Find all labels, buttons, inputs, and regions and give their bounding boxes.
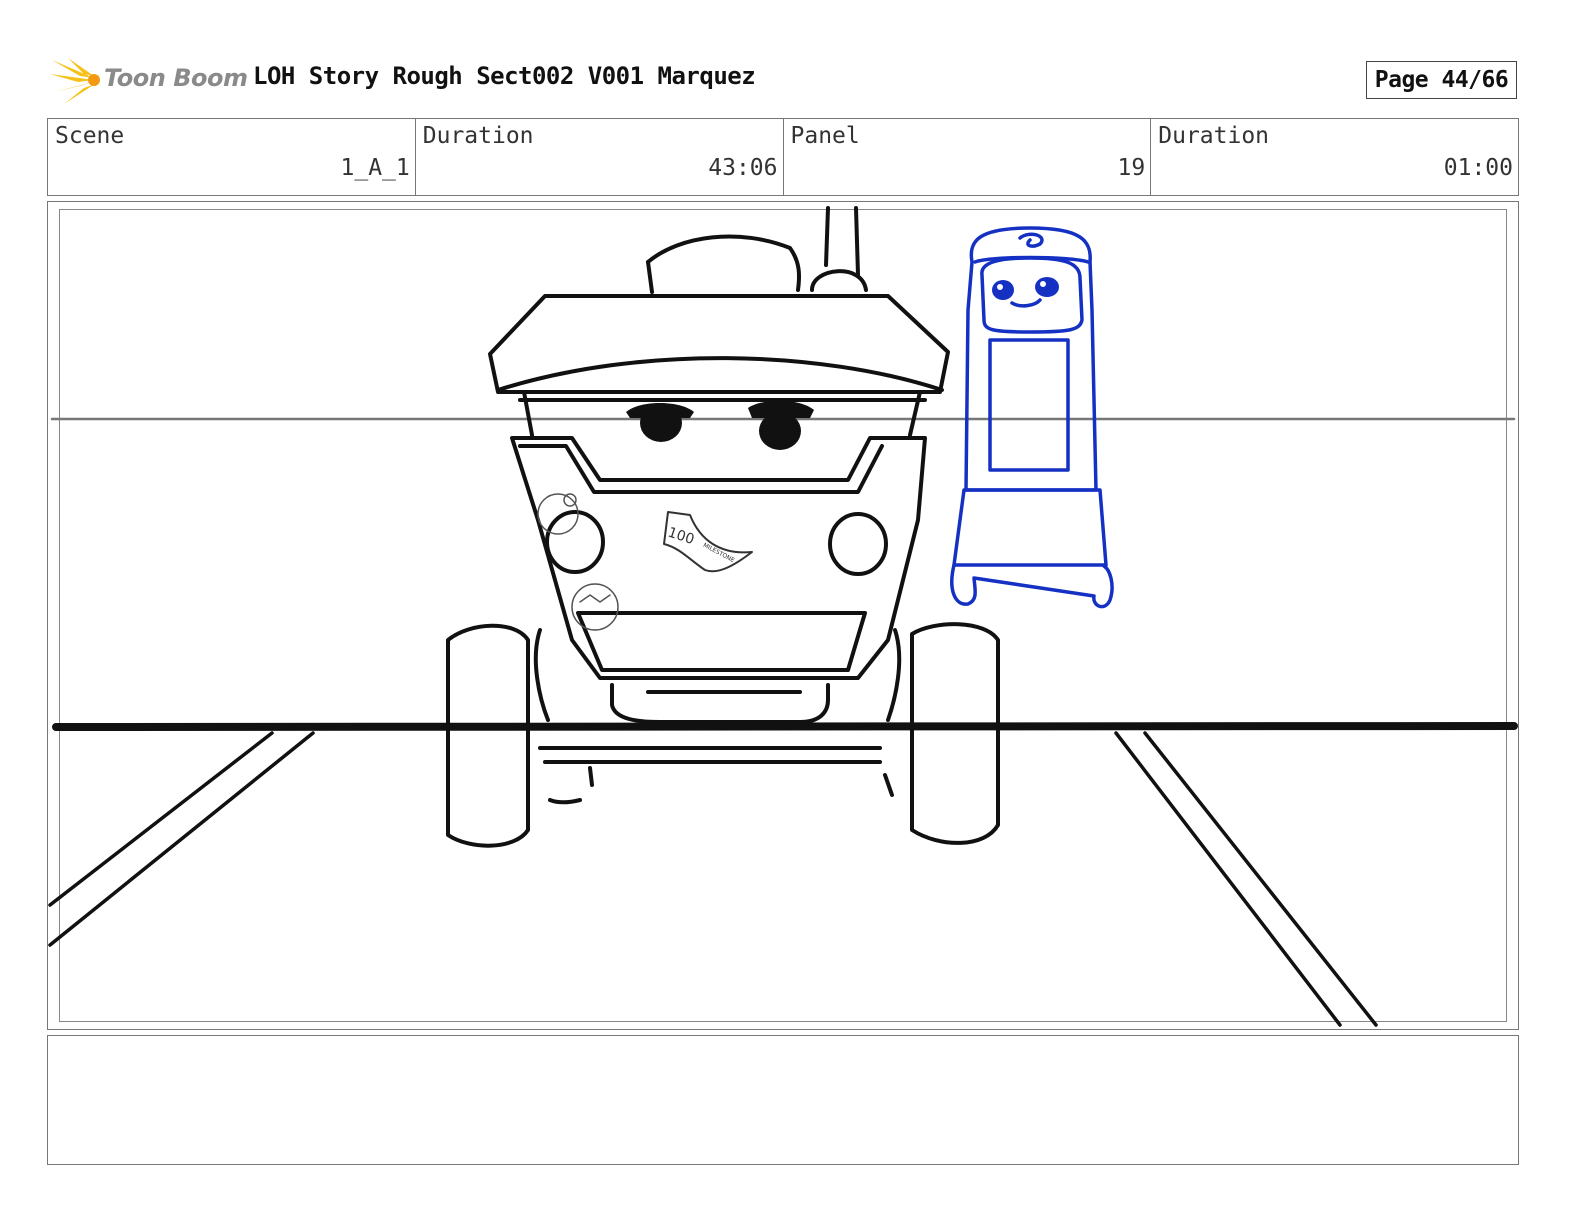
parking-lines (48, 731, 1378, 1027)
milestone-sign-text: 100 (666, 525, 696, 548)
tractor-character (446, 206, 1000, 848)
tractor-eyes (626, 400, 814, 450)
ground-line (52, 721, 1518, 731)
milestone-sign-subtext: MILESTONE (702, 542, 736, 565)
panel-notes-box (47, 1035, 1519, 1165)
blue-gas-pump-character (950, 226, 1114, 609)
